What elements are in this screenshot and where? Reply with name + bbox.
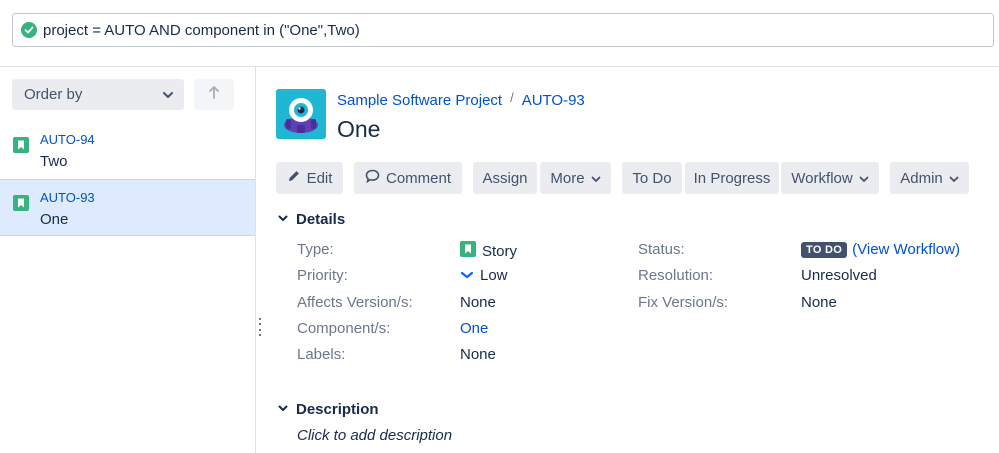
labels-label: Labels: xyxy=(297,346,346,363)
story-icon xyxy=(460,241,476,261)
issue-key-link[interactable]: AUTO-93 xyxy=(40,190,255,206)
sort-direction-button[interactable] xyxy=(194,79,234,110)
details-heading: Details xyxy=(296,211,346,228)
comment-label: Comment xyxy=(385,169,452,187)
issue-list-item[interactable]: AUTO-94 Two xyxy=(0,122,255,179)
arrow-up-icon xyxy=(208,85,220,104)
in-progress-label: In Progress xyxy=(693,169,771,187)
chevron-down-icon xyxy=(591,170,601,187)
priority-value-text: Low xyxy=(480,267,508,284)
panel-resize-handle[interactable] xyxy=(258,318,261,336)
chevron-down-icon xyxy=(949,170,959,187)
description-heading: Description xyxy=(296,401,379,418)
jql-input[interactable]: project = AUTO AND component in ("One",T… xyxy=(12,13,994,47)
caret-down-icon xyxy=(278,404,288,415)
breadcrumb-separator: / xyxy=(510,90,514,105)
description-section-toggle[interactable]: Description xyxy=(278,401,379,418)
priority-label: Priority: xyxy=(297,267,348,284)
issue-summary: Two xyxy=(40,153,68,170)
comment-icon xyxy=(365,169,380,187)
component-label: Component/s: xyxy=(297,320,391,337)
issue-list-item-selected[interactable]: AUTO-93 One xyxy=(0,179,255,236)
edit-button[interactable]: Edit xyxy=(276,162,343,194)
order-by-label: Order by xyxy=(24,86,83,103)
description-placeholder[interactable]: Click to add description xyxy=(297,427,452,444)
affects-version-value[interactable]: None xyxy=(460,294,496,311)
issue-summary-title[interactable]: One xyxy=(337,116,380,143)
fix-version-label: Fix Version/s: xyxy=(638,294,729,311)
details-section-toggle[interactable]: Details xyxy=(278,211,345,228)
breadcrumb: Sample Software Project / AUTO-93 xyxy=(337,90,585,109)
project-link[interactable]: Sample Software Project xyxy=(337,92,502,109)
issue-summary: One xyxy=(40,211,69,228)
admin-dropdown-button[interactable]: Admin xyxy=(890,162,969,194)
component-link[interactable]: One xyxy=(460,320,488,337)
workflow-dropdown-button[interactable]: Workflow xyxy=(781,162,879,194)
status-value: TO DO (View Workflow) xyxy=(801,241,960,258)
fix-version-value[interactable]: None xyxy=(801,294,837,311)
more-dropdown-button[interactable]: More xyxy=(540,162,611,194)
type-label: Type: xyxy=(297,241,334,258)
pencil-icon xyxy=(287,169,301,187)
resolution-label: Resolution: xyxy=(638,267,714,284)
valid-query-check-icon xyxy=(21,22,37,38)
caret-down-icon xyxy=(278,214,288,225)
view-workflow-link-wrapper[interactable]: (View Workflow) xyxy=(852,241,960,258)
story-icon xyxy=(13,137,29,158)
jql-query-text: project = AUTO AND component in ("One",T… xyxy=(43,21,360,39)
jql-search-bar: project = AUTO AND component in ("One",T… xyxy=(0,0,999,67)
status-lozenge: TO DO xyxy=(801,241,848,258)
more-label: More xyxy=(550,169,585,187)
assign-button[interactable]: Assign xyxy=(473,162,537,194)
admin-label: Admin xyxy=(900,169,943,187)
order-by-dropdown[interactable]: Order by xyxy=(12,79,184,110)
priority-low-icon xyxy=(460,267,474,284)
affects-version-label: Affects Version/s: xyxy=(297,294,413,311)
issue-key-link[interactable]: AUTO-94 xyxy=(40,132,255,148)
assign-label: Assign xyxy=(482,169,528,187)
project-avatar-icon xyxy=(276,89,326,139)
type-value-text: Story xyxy=(482,242,518,260)
status-label: Status: xyxy=(638,241,685,258)
issue-list-panel: Order by AUTO-94 Two AUTO-93 One xyxy=(0,67,256,453)
workflow-label: Workflow xyxy=(791,169,853,187)
to-do-label: To Do xyxy=(632,169,672,187)
to-do-transition-button[interactable]: To Do xyxy=(622,162,682,194)
priority-value: Low xyxy=(460,267,508,284)
in-progress-transition-button[interactable]: In Progress xyxy=(685,162,779,194)
type-value: Story xyxy=(460,241,517,261)
comment-button[interactable]: Comment xyxy=(354,162,462,194)
chevron-down-icon xyxy=(859,170,869,187)
resolution-value: Unresolved xyxy=(801,267,877,284)
chevron-down-icon xyxy=(162,86,174,103)
labels-value[interactable]: None xyxy=(460,346,496,363)
story-icon xyxy=(13,195,29,216)
edit-label: Edit xyxy=(306,169,333,187)
issue-key-link[interactable]: AUTO-93 xyxy=(522,92,585,109)
view-workflow-link[interactable]: View Workflow xyxy=(857,241,955,258)
